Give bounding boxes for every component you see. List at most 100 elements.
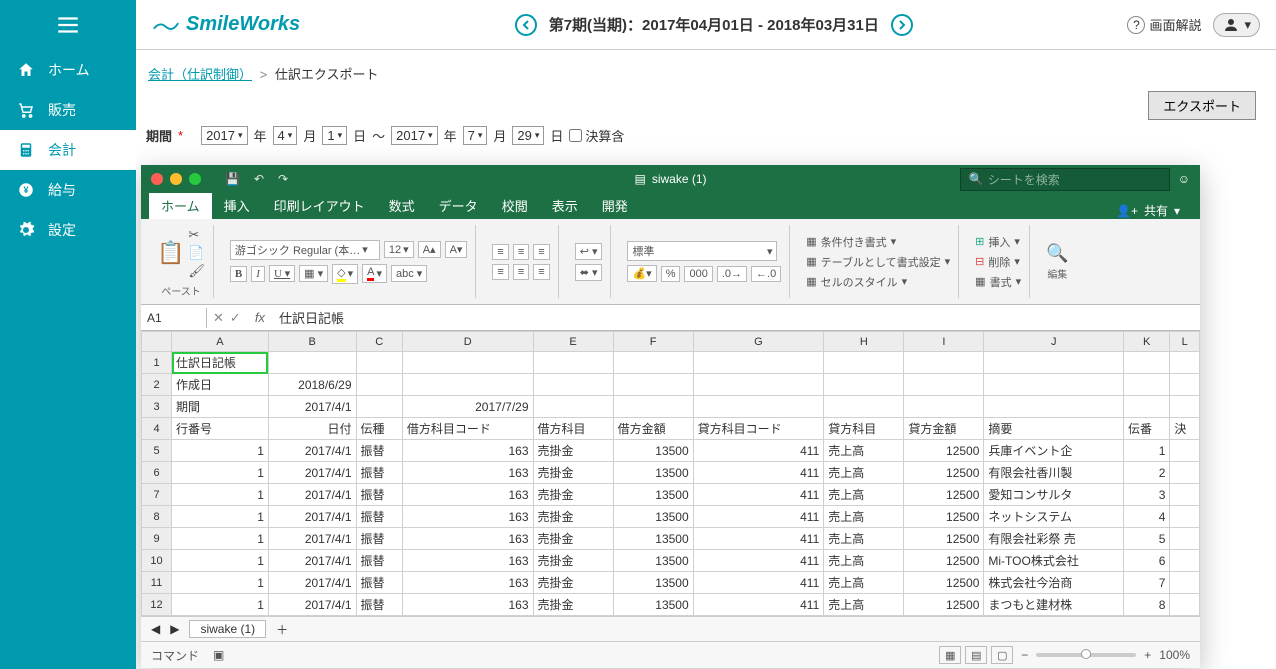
cell[interactable]: 163 — [402, 440, 533, 462]
format-cells-icon[interactable]: ▦ — [975, 275, 985, 288]
cell[interactable]: 13500 — [613, 550, 693, 572]
cell[interactable]: 1 — [172, 506, 269, 528]
settlement-check[interactable]: 決算含 — [569, 126, 624, 145]
row-header[interactable]: 4 — [142, 418, 172, 440]
merge-cells[interactable]: ⬌ ▾ — [575, 264, 603, 281]
cell[interactable]: 1 — [172, 594, 269, 616]
cell[interactable]: 振替 — [356, 440, 402, 462]
nav-accounting[interactable]: 会計 — [0, 130, 136, 170]
row-header[interactable]: 6 — [142, 462, 172, 484]
view-layout[interactable]: ▤ — [965, 646, 987, 664]
cell[interactable]: 1 — [172, 572, 269, 594]
cell[interactable]: 貸方科目コード — [693, 418, 824, 440]
cell[interactable] — [1170, 352, 1200, 374]
col-header[interactable]: J — [984, 332, 1124, 352]
cell[interactable]: 愛知コンサルタ — [984, 484, 1124, 506]
cell[interactable]: 振替 — [356, 528, 402, 550]
cell[interactable] — [1170, 594, 1200, 616]
row-header[interactable]: 2 — [142, 374, 172, 396]
cancel-icon[interactable]: ✕ — [213, 310, 224, 326]
cell[interactable] — [1170, 528, 1200, 550]
cell[interactable]: 1 — [172, 528, 269, 550]
cell[interactable] — [693, 352, 824, 374]
cell[interactable]: 2017/4/1 — [268, 484, 356, 506]
cond-fmt-icon[interactable]: ▦ — [806, 235, 816, 248]
cell[interactable]: 5 — [1124, 528, 1170, 550]
year2-select[interactable]: 2017▾ — [391, 126, 437, 145]
year1-select[interactable]: 2017▾ — [201, 126, 247, 145]
cell[interactable]: 8 — [1124, 594, 1170, 616]
italic-button[interactable]: I — [251, 266, 265, 282]
nav-home[interactable]: ホーム — [0, 50, 136, 90]
export-button[interactable]: エクスポート — [1148, 91, 1256, 120]
col-header[interactable]: K — [1124, 332, 1170, 352]
cell[interactable] — [613, 374, 693, 396]
col-header[interactable]: A — [172, 332, 269, 352]
cell[interactable]: 摘要 — [984, 418, 1124, 440]
cell[interactable] — [824, 374, 904, 396]
col-header[interactable]: C — [356, 332, 402, 352]
cell[interactable] — [1170, 440, 1200, 462]
cell[interactable]: 借方科目コード — [402, 418, 533, 440]
tab-view[interactable]: 表示 — [540, 192, 590, 219]
cell[interactable]: 貸方科目 — [824, 418, 904, 440]
qat-redo-icon[interactable]: ↷ — [278, 172, 288, 186]
cell[interactable]: 13500 — [613, 440, 693, 462]
cell[interactable]: 2017/4/1 — [268, 528, 356, 550]
cell[interactable]: 6 — [1124, 550, 1170, 572]
cell[interactable]: 1 — [172, 462, 269, 484]
dec-decimal[interactable]: ←.0 — [751, 266, 781, 282]
cell[interactable]: 1 — [172, 440, 269, 462]
minimize-dot[interactable] — [170, 173, 182, 185]
underline-button[interactable]: U ▾ — [269, 265, 295, 282]
cell[interactable] — [1170, 374, 1200, 396]
paste-icon[interactable]: 📋 — [157, 240, 184, 266]
cell[interactable] — [1170, 572, 1200, 594]
logo[interactable]: SmileWorks — [152, 13, 300, 36]
period-next[interactable] — [891, 14, 913, 36]
bold-button[interactable]: B — [230, 266, 247, 282]
cell[interactable]: 売掛金 — [533, 440, 613, 462]
cell[interactable]: 振替 — [356, 484, 402, 506]
cell[interactable]: 163 — [402, 528, 533, 550]
cell[interactable]: 売掛金 — [533, 462, 613, 484]
view-break[interactable]: ▢ — [991, 646, 1013, 664]
sheet-tab[interactable]: siwake (1) — [189, 620, 266, 638]
font-color-button[interactable]: A ▾ — [362, 264, 387, 283]
col-header[interactable]: F — [613, 332, 693, 352]
cell[interactable]: 13500 — [613, 506, 693, 528]
cell[interactable]: まつもと建材株 — [984, 594, 1124, 616]
cell[interactable]: 借方科目 — [533, 418, 613, 440]
cell[interactable]: 売掛金 — [533, 506, 613, 528]
cell[interactable]: 12500 — [904, 440, 984, 462]
cell[interactable] — [1170, 462, 1200, 484]
qat-undo-icon[interactable]: ↶ — [254, 172, 264, 186]
wrap-text[interactable]: ↩ ▾ — [575, 243, 603, 260]
cell[interactable]: 売上高 — [824, 550, 904, 572]
format-painter-icon[interactable]: 🖌 — [188, 263, 205, 279]
cell[interactable]: 兵庫イベント企 — [984, 440, 1124, 462]
cell[interactable]: 13500 — [613, 594, 693, 616]
align-bot[interactable]: ≡ — [533, 244, 549, 260]
cell[interactable] — [356, 352, 402, 374]
col-header[interactable]: D — [402, 332, 533, 352]
col-header[interactable]: I — [904, 332, 984, 352]
inc-decimal[interactable]: .0→ — [717, 266, 747, 282]
cell[interactable] — [1124, 374, 1170, 396]
copy-icon[interactable]: 📄 — [188, 245, 205, 261]
cell[interactable]: 売上高 — [824, 462, 904, 484]
nav-sales[interactable]: 販売 — [0, 90, 136, 130]
col-header[interactable]: H — [824, 332, 904, 352]
tab-insert[interactable]: 挿入 — [212, 192, 262, 219]
tab-layout[interactable]: 印刷レイアウト — [262, 192, 377, 219]
cell[interactable]: 1 — [172, 550, 269, 572]
cell[interactable]: 2017/4/1 — [268, 506, 356, 528]
cell[interactable]: 伝番 — [1124, 418, 1170, 440]
cell[interactable]: 貸方金額 — [904, 418, 984, 440]
insert-cells-icon[interactable]: ⊞ — [975, 235, 984, 248]
col-header[interactable]: G — [693, 332, 824, 352]
cell[interactable] — [402, 374, 533, 396]
cell[interactable] — [1170, 550, 1200, 572]
cell[interactable]: 1 — [172, 484, 269, 506]
qat-save-icon[interactable]: 💾 — [225, 172, 240, 186]
